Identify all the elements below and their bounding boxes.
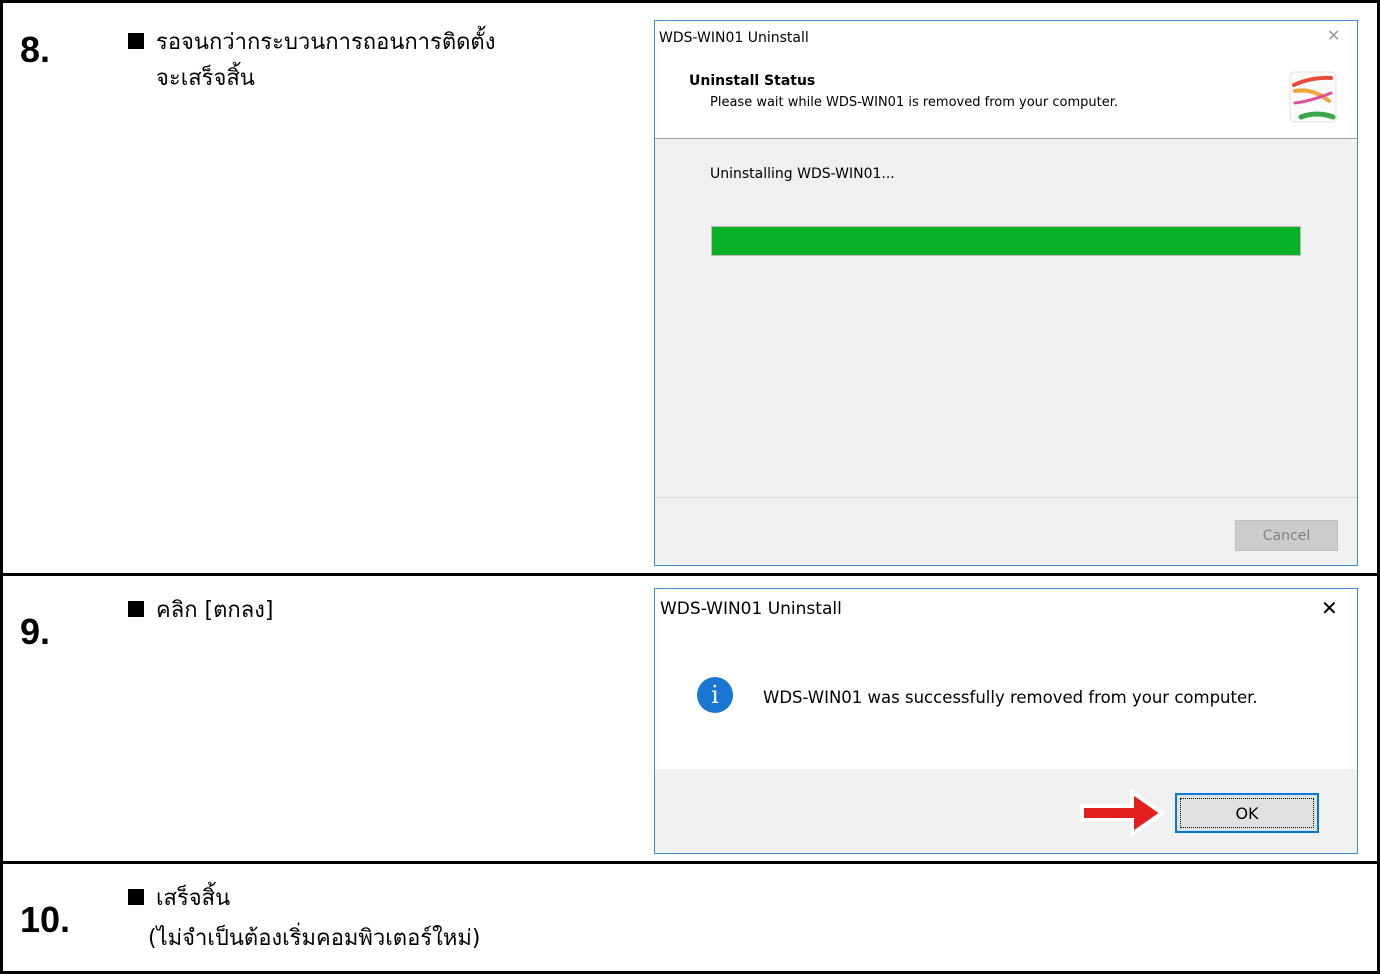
step-8-line-1: รอจนกว่ากระบวนการถอนการติดตั้ง: [156, 30, 496, 55]
close-icon[interactable]: ✕: [1321, 598, 1338, 618]
bullet-square-icon: [128, 889, 144, 905]
red-arrow-icon: [1080, 788, 1166, 838]
step-10-line-1: เสร็จสิ้น: [156, 886, 231, 911]
step-9-line-1: คลิก [ตกลง]: [156, 598, 274, 623]
status-text: Uninstalling WDS-WIN01...: [710, 166, 895, 182]
footer-separator: [655, 497, 1357, 498]
step-number-8: 8.: [20, 29, 51, 70]
cancel-button[interactable]: Cancel: [1235, 520, 1338, 551]
row-divider-1: [0, 573, 1380, 576]
success-dialog: WDS-WIN01 Uninstall ✕ i WDS-WIN01 was su…: [654, 588, 1358, 854]
info-icon: i: [697, 677, 733, 713]
success-message: WDS-WIN01 was successfully removed from …: [763, 688, 1258, 707]
step-10-line-2: (ไม่จำเป็นต้องเริ่มคอมพิวเตอร์ใหม่): [148, 926, 481, 951]
row-divider-2: [0, 861, 1380, 864]
bullet-square-icon: [128, 33, 144, 49]
progress-bar: [711, 226, 1301, 256]
installer-logo-icon: [1289, 71, 1337, 123]
step-number-10: 10.: [20, 899, 71, 940]
dialog-body: Uninstalling WDS-WIN01... Cancel: [655, 139, 1357, 565]
step-9-instruction: คลิก [ตกลง]: [128, 594, 274, 628]
step-10-instruction: เสร็จสิ้น: [128, 882, 230, 916]
dialog-title: WDS-WIN01 Uninstall: [660, 599, 842, 619]
focus-rectangle: [1180, 798, 1314, 828]
step-number-9: 9.: [20, 611, 51, 652]
header-subtitle: Please wait while WDS-WIN01 is removed f…: [710, 95, 1119, 110]
step-8-line-2: จะเสร็จสิ้น: [156, 66, 255, 91]
dialog-title: WDS-WIN01 Uninstall: [659, 30, 809, 46]
bullet-square-icon: [128, 601, 144, 617]
close-icon[interactable]: ✕: [1327, 28, 1340, 44]
step-8-instruction: รอจนกว่ากระบวนการถอนการติดตั้ง: [128, 26, 495, 60]
header-title: Uninstall Status: [689, 73, 816, 89]
progress-bar-fill: [712, 227, 1300, 255]
ok-button[interactable]: OK: [1175, 793, 1319, 833]
uninstall-status-dialog: WDS-WIN01 Uninstall ✕ Uninstall Status P…: [654, 20, 1358, 566]
